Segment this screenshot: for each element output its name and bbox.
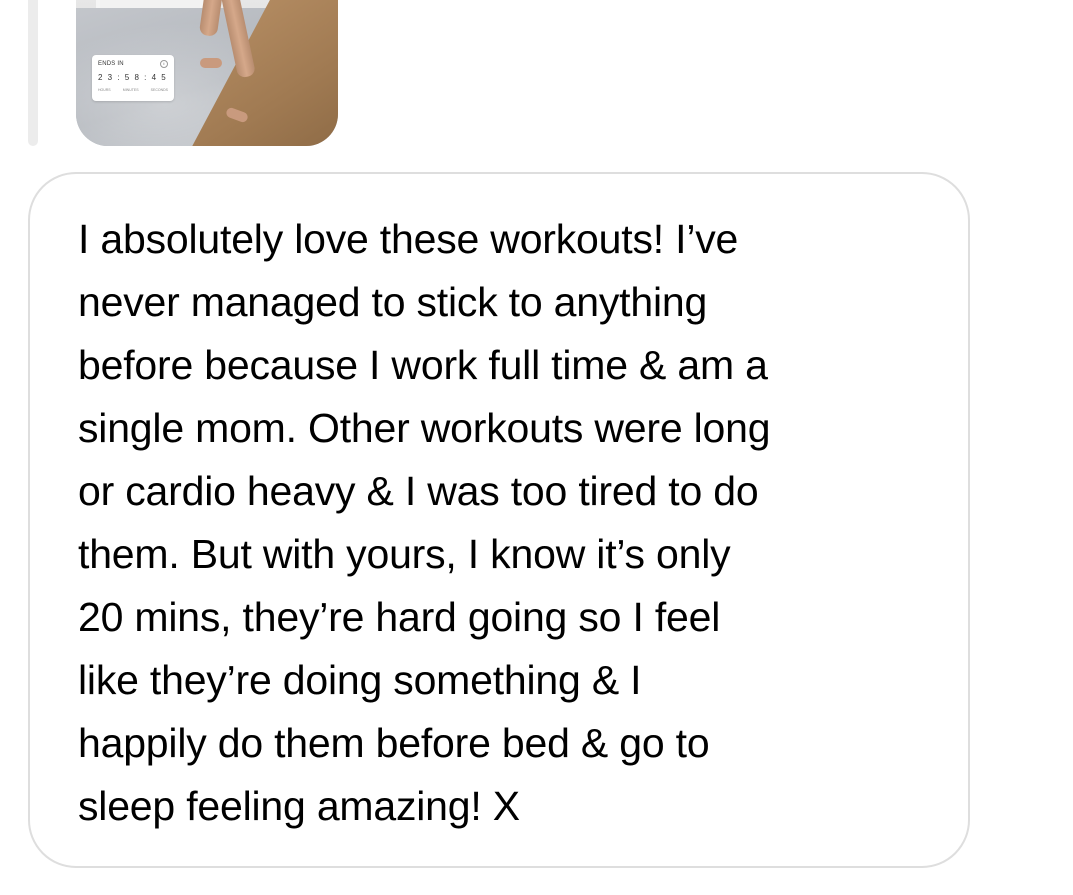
story-reply-thumbnail[interactable]: ENDS IN i 2 3 : 5 8 : 4 5 HOURS MINUTES … [76, 0, 338, 146]
info-icon: i [160, 60, 168, 68]
countdown-value: 2 3 : 5 8 : 4 5 [98, 73, 168, 82]
reply-indicator-bar [28, 0, 38, 146]
foot-shape [200, 58, 222, 68]
countdown-sticker: ENDS IN i 2 3 : 5 8 : 4 5 HOURS MINUTES … [92, 55, 174, 101]
countdown-unit-hours: HOURS [98, 88, 111, 92]
countdown-unit-minutes: MINUTES [122, 88, 139, 92]
countdown-unit-seconds: SECONDS [150, 88, 168, 92]
countdown-units: HOURS MINUTES SECONDS [98, 88, 168, 92]
message-bubble[interactable]: I absolutely love these workouts! I’ve n… [28, 172, 970, 868]
countdown-label: ENDS IN [98, 61, 124, 67]
message-text: I absolutely love these workouts! I’ve n… [78, 216, 771, 829]
